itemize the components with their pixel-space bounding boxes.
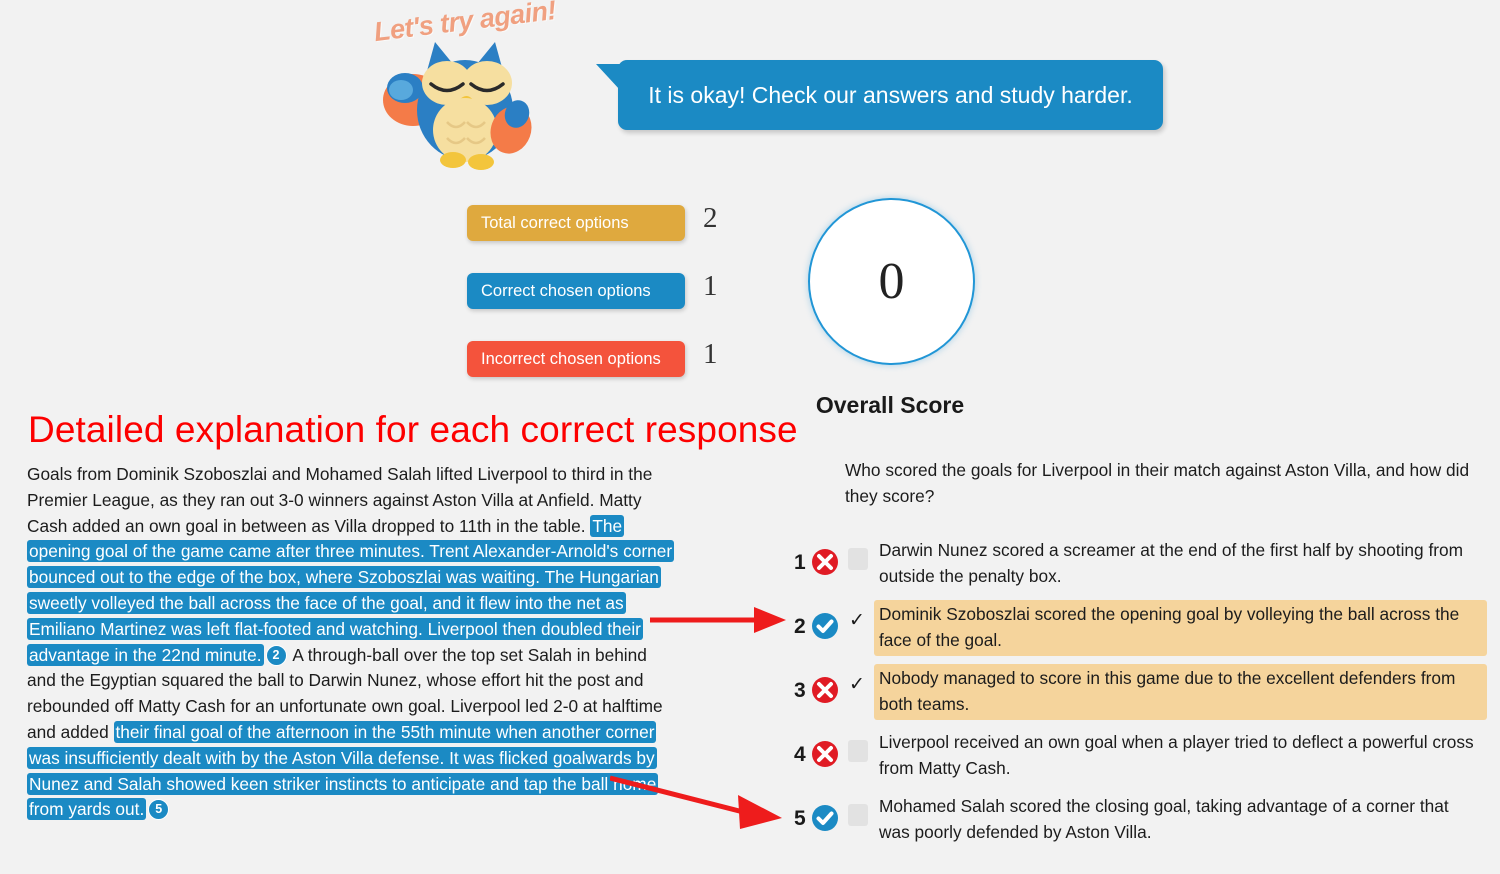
arrow-to-answer-2-icon: [650, 607, 786, 633]
speech-bubble-tail: [596, 64, 620, 90]
answer-text-1: Darwin Nunez scored a screamer at the en…: [879, 540, 1464, 586]
page-title: Detailed explanation for each correct re…: [28, 409, 798, 450]
correct-icon: [810, 611, 840, 641]
arrow-to-answer-5-icon: [610, 775, 782, 829]
answer-option-4[interactable]: 4 Liverpool received an own goal when a …: [790, 728, 1490, 782]
stat-value-incorrect-chosen: 1: [703, 338, 718, 370]
stat-label-total-correct: Total correct options: [481, 213, 629, 232]
feedback-message: It is okay! Check our answers and study …: [648, 81, 1133, 108]
answer-checkbox-5[interactable]: [848, 804, 868, 826]
stat-label-incorrect-chosen: Incorrect chosen options: [481, 349, 661, 368]
answer-text-5: Mohamed Salah scored the closing goal, t…: [879, 796, 1449, 842]
stat-value-correct-chosen: 1: [703, 270, 718, 302]
incorrect-icon: [810, 675, 840, 705]
overall-score-circle: 0: [808, 198, 975, 365]
passage-reference-badge[interactable]: 2: [265, 644, 287, 666]
answer-option-5[interactable]: 5 Mohamed Salah scored the closing goal,…: [790, 792, 1490, 846]
overall-score-label: Overall Score: [815, 392, 965, 418]
answer-number-5: 5: [794, 807, 806, 830]
stat-label-correct-chosen: Correct chosen options: [481, 281, 651, 300]
answer-number-3: 3: [794, 679, 806, 702]
answer-option-3[interactable]: 3 Nobody managed to score in this game d…: [790, 664, 1490, 720]
overall-score-value: 0: [878, 253, 905, 310]
feedback-speech-bubble: It is okay! Check our answers and study …: [596, 60, 1163, 130]
stat-bar-correct-chosen: Correct chosen options: [467, 273, 685, 309]
mascot-area: Let's try again!: [355, 0, 595, 175]
owl-icon: [383, 42, 532, 170]
correct-icon: [810, 803, 840, 833]
passage-text: Goals from Dominik Szoboszlai and Mohame…: [27, 464, 653, 536]
source-passage: Goals from Dominik Szoboszlai and Mohame…: [27, 462, 675, 823]
answer-text-3: Nobody managed to score in this game due…: [874, 664, 1487, 720]
answer-number-4: 4: [794, 743, 806, 766]
passage-highlight: The opening goal of the game came after …: [27, 514, 675, 666]
answer-checkbox-3[interactable]: [848, 673, 868, 698]
incorrect-icon: [810, 739, 840, 769]
answer-option-2[interactable]: 2 Dominik Szoboszlai scored the opening …: [790, 600, 1490, 656]
answer-text-4: Liverpool received an own goal when a pl…: [879, 732, 1474, 778]
stat-value-total-correct: 2: [703, 202, 718, 234]
incorrect-icon: [810, 547, 840, 577]
question-text: Who scored the goals for Liverpool in th…: [845, 460, 1470, 506]
answer-number-2: 2: [794, 615, 806, 638]
stat-bar-incorrect-chosen: Incorrect chosen options: [467, 341, 685, 377]
passage-reference-badge[interactable]: 5: [148, 799, 170, 821]
answer-option-1[interactable]: 1 Darwin Nunez scored a screamer at the …: [790, 536, 1490, 590]
answer-text-2: Dominik Szoboszlai scored the opening go…: [874, 600, 1487, 656]
stat-bar-total-correct: Total correct options: [467, 205, 685, 241]
answer-checkbox-1[interactable]: [848, 548, 868, 570]
answer-checkbox-2[interactable]: [848, 609, 868, 634]
answer-checkbox-4[interactable]: [848, 740, 868, 762]
passage-highlight: their final goal of the afternoon in the…: [27, 720, 659, 821]
answer-number-1: 1: [794, 551, 806, 574]
